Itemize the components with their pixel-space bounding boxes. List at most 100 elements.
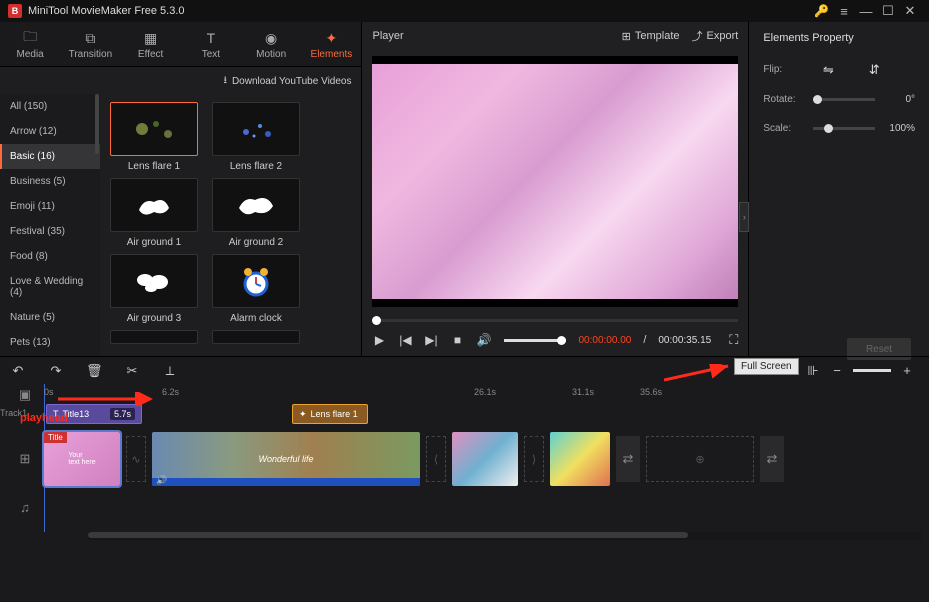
swap-button[interactable]: ⇄	[616, 436, 640, 482]
swap-button[interactable]: ⇄	[760, 436, 784, 482]
effect-icon: ▦	[125, 30, 177, 46]
time-current: 00:00:00.00	[578, 335, 631, 346]
timeline: ▣ 0s 6.2s 26.1s 31.1s 35.6s Track1 T Tit…	[0, 384, 929, 540]
scale-value: 100%	[883, 123, 915, 134]
transition-slot[interactable]: ∿	[126, 436, 146, 482]
cat-business[interactable]: Business (5)	[0, 169, 100, 194]
prev-frame-button[interactable]: |◀	[398, 333, 412, 347]
tab-media[interactable]: 🗀Media	[0, 22, 60, 66]
fullscreen-button[interactable]: ⛶	[729, 332, 738, 348]
element-alarm-clock[interactable]: Alarm clock	[212, 254, 300, 324]
element-partial[interactable]	[110, 330, 198, 344]
cat-festival[interactable]: Festival (35)	[0, 219, 100, 244]
time-ruler[interactable]: ▣ 0s 6.2s 26.1s 31.1s 35.6s	[44, 384, 929, 402]
drop-zone[interactable]: ⊕	[646, 436, 754, 482]
flip-horizontal-button[interactable]: ⇋	[819, 62, 837, 76]
download-youtube-link[interactable]: ⭳Download YouTube Videos	[0, 67, 361, 94]
library-tabs: 🗀Media ⧉Transition ▦Effect TText ◉Motion…	[0, 22, 361, 67]
tab-effect[interactable]: ▦Effect	[121, 22, 181, 66]
tab-text[interactable]: TText	[181, 22, 241, 66]
element-thumb	[212, 102, 300, 156]
video-preview[interactable]	[372, 56, 738, 307]
elements-grid: Lens flare 1 Lens flare 2 Air ground 1 A…	[100, 94, 361, 356]
zoom-in-button[interactable]: +	[899, 363, 915, 378]
rotate-slider[interactable]	[813, 98, 875, 101]
element-air-ground-3[interactable]: Air ground 3	[110, 254, 198, 324]
element-thumb	[110, 254, 198, 308]
folder-icon: 🗀	[4, 30, 56, 46]
fit-button[interactable]: ▣	[16, 386, 34, 404]
menu-icon[interactable]: ≡	[833, 4, 855, 19]
video-clip-2[interactable]: Wonderful life 🔊	[152, 432, 420, 486]
redo-button[interactable]: ↷	[48, 363, 64, 379]
minimize-button[interactable]: —	[855, 4, 877, 19]
stop-button[interactable]: ■	[450, 333, 464, 347]
cat-pets[interactable]: Pets (13)	[0, 330, 100, 355]
rotate-value: 0°	[883, 94, 915, 105]
element-lens-flare-1[interactable]: Lens flare 1	[110, 102, 198, 172]
fullscreen-tooltip: Full Screen	[734, 358, 799, 375]
export-button[interactable]: ⤴Export	[692, 28, 739, 44]
text-icon: T	[185, 30, 237, 46]
cat-nature[interactable]: Nature (5)	[0, 305, 100, 330]
element-air-ground-1[interactable]: Air ground 1	[110, 178, 198, 248]
activate-icon[interactable]: 🔑	[814, 4, 829, 18]
element-lens-flare-2[interactable]: Lens flare 2	[212, 102, 300, 172]
tab-elements[interactable]: ✦Elements	[301, 22, 361, 66]
volume-icon[interactable]: 🔊	[476, 333, 490, 347]
category-scrollbar[interactable]	[95, 94, 99, 154]
cat-basic[interactable]: Basic (16)	[0, 144, 100, 169]
video-track[interactable]: ⊞ Title Yourtext here ∿ Wonderful life 🔊…	[44, 430, 929, 488]
player-title: Player	[372, 30, 403, 42]
template-button[interactable]: ⊞Template	[622, 30, 680, 43]
video-clip-4[interactable]	[550, 432, 610, 486]
scale-label: Scale:	[763, 123, 805, 134]
player-panel: Player ⊞Template ⤴Export ▶ |◀ ▶| ■ 🔊 00:…	[362, 22, 749, 356]
element-air-ground-2[interactable]: Air ground 2	[212, 178, 300, 248]
video-clip-1[interactable]: Title Yourtext here	[44, 432, 120, 486]
crop-button[interactable]: ⟂	[162, 363, 178, 379]
undo-button[interactable]: ↶	[10, 363, 26, 379]
text-track[interactable]: Track1 T Title13 5.7s ✦ Lens flare 1	[44, 402, 929, 426]
speed-icon[interactable]: ⊪	[805, 363, 821, 379]
transition-slot[interactable]: ⟨	[426, 436, 446, 482]
zoom-out-button[interactable]: −	[829, 363, 845, 378]
category-list: All (150) Arrow (12) Basic (16) Business…	[0, 94, 100, 356]
library-panel: 🗀Media ⧉Transition ▦Effect TText ◉Motion…	[0, 22, 362, 356]
app-title: MiniTool MovieMaker Free 5.3.0	[28, 5, 814, 17]
tab-motion[interactable]: ◉Motion	[241, 22, 301, 66]
tab-transition[interactable]: ⧉Transition	[60, 22, 120, 66]
cat-arrow[interactable]: Arrow (12)	[0, 119, 100, 144]
expand-props-button[interactable]: ›	[739, 202, 749, 232]
close-button[interactable]: ✕	[899, 3, 921, 19]
flip-vertical-button[interactable]: ⇵	[865, 62, 883, 76]
timeline-panel: ↶ ↷ 🗑 ✂ ⟂ ⊪ − + ▣ 0s 6.2s 26.1s 31.1s 35…	[0, 356, 929, 540]
play-button[interactable]: ▶	[372, 333, 386, 347]
scale-slider[interactable]	[813, 127, 875, 130]
maximize-button[interactable]: ☐	[877, 3, 899, 19]
flip-label: Flip:	[763, 64, 805, 75]
title-badge: Title	[44, 432, 67, 443]
next-frame-button[interactable]: ▶|	[424, 333, 438, 347]
cat-food[interactable]: Food (8)	[0, 244, 100, 269]
volume-slider[interactable]	[504, 339, 566, 342]
split-button[interactable]: ✂	[124, 363, 140, 379]
time-duration: 00:00:35.15	[658, 335, 711, 346]
seek-bar[interactable]	[372, 319, 738, 322]
cat-all[interactable]: All (150)	[0, 94, 100, 119]
cat-emoji[interactable]: Emoji (11)	[0, 194, 100, 219]
audio-track[interactable]: ♫	[44, 498, 929, 530]
audio-icon: 🔊	[156, 475, 167, 486]
cat-love[interactable]: Love & Wedding (4)	[0, 269, 100, 305]
app-logo: B	[8, 4, 22, 18]
video-clip-3[interactable]	[452, 432, 518, 486]
element-thumb	[110, 102, 198, 156]
props-title: Elements Property	[763, 32, 915, 44]
element-clip[interactable]: ✦ Lens flare 1	[292, 404, 368, 424]
transition-slot[interactable]: ⟩	[524, 436, 544, 482]
timeline-scrollbar[interactable]	[88, 532, 921, 540]
transition-icon: ⧉	[64, 30, 116, 46]
delete-button[interactable]: 🗑	[86, 363, 102, 379]
motion-icon: ◉	[245, 30, 297, 46]
zoom-slider[interactable]	[853, 369, 891, 372]
